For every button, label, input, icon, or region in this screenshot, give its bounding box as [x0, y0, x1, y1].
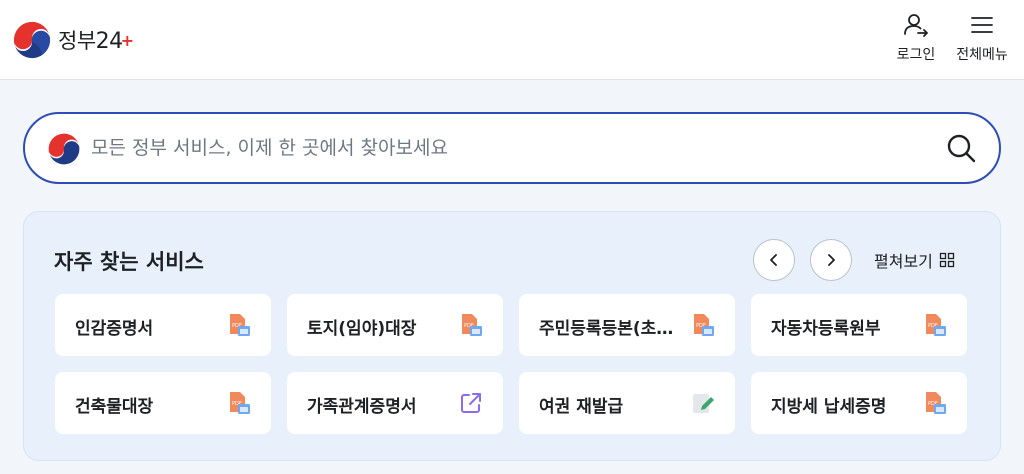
pdf-document-icon: PDF — [230, 392, 250, 414]
all-menu-label: 전체메뉴 — [956, 47, 1008, 63]
hamburger-menu-icon — [971, 17, 993, 33]
service-label: 가족관계증명서 — [307, 397, 417, 417]
service-card[interactable]: 자동차등록원부 PDF — [751, 294, 967, 356]
external-link-icon — [461, 393, 481, 413]
chevron-right-icon — [828, 254, 835, 266]
service-card[interactable]: 여권 재발급 — [519, 372, 735, 434]
pdf-document-icon: PDF — [694, 314, 714, 336]
logo-text: 정부 — [58, 29, 96, 53]
chevron-left-icon — [770, 254, 777, 266]
prev-button[interactable] — [753, 239, 795, 281]
login-button[interactable]: 로그인 — [890, 12, 942, 68]
user-login-icon — [904, 14, 928, 37]
service-label: 인감증명서 — [75, 319, 154, 339]
grid-view-icon — [939, 252, 955, 268]
next-button[interactable] — [810, 239, 852, 281]
panel-title: 자주 찾는 서비스 — [54, 250, 204, 274]
service-label: 토지(임야)대장 — [307, 319, 417, 339]
service-label: 건축물대장 — [75, 397, 154, 417]
service-label: 자동차등록원부 — [771, 319, 881, 339]
pdf-document-icon: PDF — [926, 314, 946, 336]
all-menu-button[interactable]: 전체메뉴 — [950, 12, 1014, 68]
service-label: 주민등록등본(초… — [539, 319, 674, 339]
service-card[interactable]: 토지(임야)대장 PDF — [287, 294, 503, 356]
login-label: 로그인 — [896, 47, 936, 63]
pdf-document-icon: PDF — [230, 314, 250, 336]
pdf-document-icon: PDF — [462, 314, 482, 336]
expand-label: 펼쳐보기 — [874, 252, 933, 271]
service-card[interactable]: 인감증명서 PDF — [55, 294, 271, 356]
taegeuk-emblem-icon — [13, 21, 51, 59]
service-label: 지방세 납세증명 — [771, 397, 887, 417]
frequent-services-panel: 자주 찾는 서비스 펼쳐보기 인감증명서 PDF 토지(임야)대장 PDF 주민… — [23, 211, 1001, 461]
gov24-logo[interactable]: 정부 24 + — [12, 17, 136, 63]
service-card[interactable]: 지방세 납세증명 PDF — [751, 372, 967, 434]
service-card[interactable]: 건축물대장 PDF — [55, 372, 271, 434]
edit-document-icon — [693, 394, 714, 413]
expand-button[interactable]: 펼쳐보기 — [874, 248, 955, 272]
logo-number: 24 — [95, 29, 124, 54]
service-label: 여권 재발급 — [539, 397, 624, 417]
service-card[interactable]: 주민등록등본(초… PDF — [519, 294, 735, 356]
search-bar — [23, 112, 1001, 184]
pdf-document-icon: PDF — [926, 392, 946, 414]
logo-wordmark: 정부 24 + — [58, 25, 134, 55]
service-card[interactable]: 가족관계증명서 — [287, 372, 503, 434]
taegeuk-emblem-icon — [47, 132, 81, 166]
logo-plus: + — [120, 31, 134, 50]
top-header: 정부 24 + 로그인 전체메뉴 — [0, 0, 1024, 80]
search-input[interactable] — [91, 130, 921, 166]
search-icon[interactable] — [943, 130, 979, 166]
